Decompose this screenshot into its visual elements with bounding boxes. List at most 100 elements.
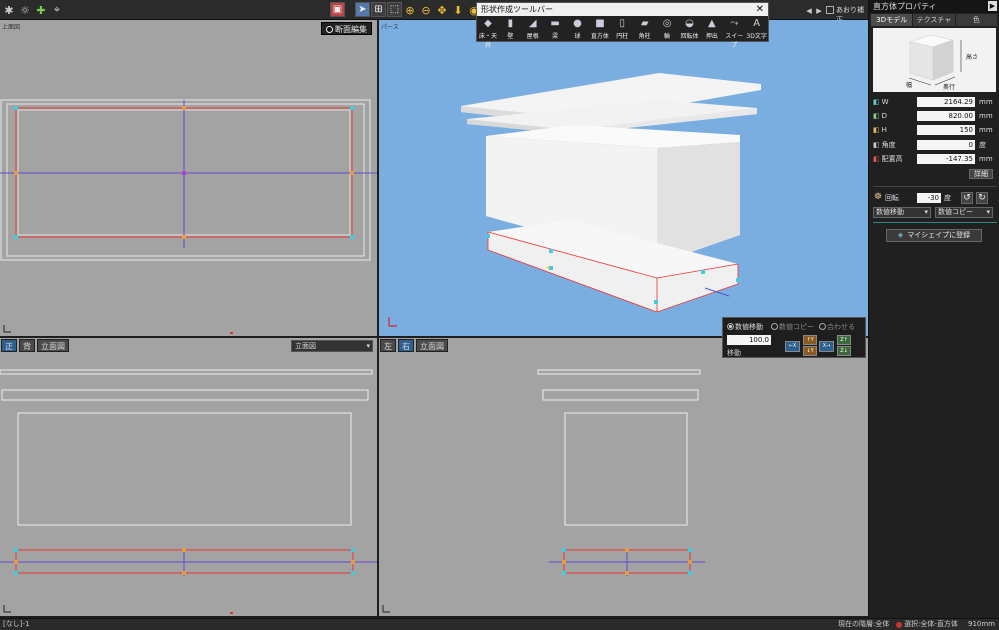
rotation-input[interactable]: -30: [917, 193, 941, 203]
tool-extrude[interactable]: ▲ 押出: [701, 17, 723, 43]
tab-3d-model[interactable]: 3Dモデル: [871, 14, 913, 26]
field-input[interactable]: 2164.29: [917, 97, 975, 107]
front-elevation-drawing: [0, 369, 377, 614]
light-add-icon[interactable]: ✚: [34, 3, 48, 17]
snap-checkbox[interactable]: [826, 6, 834, 14]
radio-numeric-copy[interactable]: 数値コピー: [771, 322, 814, 332]
select-arrow-icon[interactable]: ➤: [355, 2, 370, 17]
tool-wall[interactable]: ▮ 壁: [499, 17, 521, 43]
viewport-front[interactable]: 正 背 立面図 立面図 ▾: [0, 338, 377, 616]
field-input[interactable]: 820.00: [917, 111, 975, 121]
field-width: ◧ W 2164.29 mm: [873, 97, 997, 108]
status-dimension: 910mm: [968, 620, 995, 628]
field-input[interactable]: -147.35: [917, 154, 975, 164]
move-y-minus-button[interactable]: ↓Y: [803, 346, 817, 356]
move-y-plus-button[interactable]: ↑Y: [803, 335, 817, 345]
zoom-in-icon[interactable]: ⊕: [403, 3, 417, 17]
register-myshape-button[interactable]: ◈ マイシェイプに登録: [886, 229, 982, 242]
tool-label: スイープ: [725, 33, 744, 49]
field-angle: ◧ 角度 0 度: [873, 140, 997, 151]
rotate-cw-icon[interactable]: ↻: [976, 192, 988, 204]
status-left: [なし]-1: [3, 620, 30, 628]
viewport-side[interactable]: 左 右 立面図: [379, 338, 868, 616]
radio-align[interactable]: 合わせる: [819, 322, 855, 332]
field-height: ◧ H 150 mm: [873, 125, 997, 136]
tool-roof[interactable]: ◢ 屋根: [522, 17, 544, 43]
tool-prism[interactable]: ▰ 角柱: [634, 17, 656, 43]
field-label-text: 配置高: [881, 155, 903, 163]
move-x-plus-button[interactable]: X→: [819, 341, 834, 352]
viewport-perspective[interactable]: パース: [379, 20, 868, 336]
selection-icon: [896, 622, 902, 628]
width-icon: ◧: [873, 98, 880, 106]
tool-cylinder[interactable]: ▯ 円柱: [611, 17, 633, 43]
field-label-text: H: [881, 126, 887, 134]
pan-icon[interactable]: ✥: [435, 3, 449, 17]
panel-expand-icon[interactable]: ▶: [988, 1, 997, 11]
move-amount-input[interactable]: 100.0: [727, 335, 771, 345]
chevron-down-icon: ▾: [986, 208, 990, 216]
tab-texture[interactable]: テクスチャ: [913, 14, 955, 26]
move-z-down-button[interactable]: Z↓: [837, 346, 851, 356]
tool-label: 直方体: [590, 33, 609, 40]
tool-label: 円柱: [616, 33, 629, 40]
field-label: ◧ H: [873, 125, 887, 136]
tool-sphere[interactable]: ● 球: [567, 17, 589, 43]
tool-lathe[interactable]: ◒ 回転体: [678, 17, 700, 43]
shape-creation-toolbar: 形状作成ツールバー ✕ ◆ 床・天井 ▮ 壁 ◢ 屋根 ▬ 梁 ● 球 ■ 直方体 ▯ 円柱 ▰ 角柱 ◎ 輪 ◒ 回…: [476, 2, 769, 49]
move-z-up-button[interactable]: Z↑: [837, 335, 851, 345]
zoom-out-icon[interactable]: ⊖: [419, 3, 433, 17]
tool-label: 3D文字: [746, 33, 767, 40]
properties-panel: 直方体プロパティ ▶ 3Dモデル テクスチャ 色 高さ 幅 奥行 ◧ W 2164.…: [868, 0, 999, 618]
lightbulb-icon[interactable]: ✱: [2, 3, 16, 17]
field-unit: mm: [979, 112, 993, 120]
tool-box[interactable]: ■ 直方体: [589, 17, 611, 43]
tool-sweep[interactable]: ⤳ スイープ: [723, 17, 745, 49]
detail-button[interactable]: 詳細: [969, 169, 993, 179]
myshape-icon: ◈: [897, 231, 904, 239]
tool-label: 床・天井: [478, 33, 497, 49]
tool-label: 梁: [552, 33, 559, 40]
camera-icon[interactable]: ⌖: [50, 3, 64, 17]
tool-label: 角柱: [638, 33, 651, 40]
copy-mode-value: 数値コピー: [938, 208, 973, 216]
fit-all-icon[interactable]: ⊞: [371, 2, 386, 17]
copy-mode-dropdown[interactable]: 数値コピー ▾: [935, 207, 993, 218]
sphere-icon: ●: [573, 18, 582, 29]
rotate-ccw-icon[interactable]: ↺: [961, 192, 973, 204]
tool-3d-text[interactable]: A 3D文字: [746, 17, 768, 43]
walk-icon[interactable]: ⬇: [451, 3, 465, 17]
preview-width-label: 幅: [906, 82, 913, 89]
close-icon[interactable]: ✕: [756, 3, 764, 16]
move-mode-dropdown[interactable]: 数値移動 ▾: [873, 207, 931, 218]
tool-label: 輪: [664, 33, 671, 40]
field-unit: mm: [979, 98, 993, 106]
move-x-minus-button[interactable]: ←X: [785, 341, 800, 352]
sun-icon[interactable]: ☼: [18, 3, 32, 17]
field-input[interactable]: 150: [917, 125, 975, 135]
tab-color[interactable]: 色: [955, 14, 997, 26]
tool-label: 球: [574, 33, 581, 40]
radio-dot-icon: [819, 323, 826, 330]
wall-icon: ▮: [507, 18, 514, 29]
height-icon: ◧: [873, 126, 880, 134]
arrow-right-icon[interactable]: ▸: [812, 3, 826, 17]
viewport-top[interactable]: 上面図 断面編集: [0, 20, 377, 336]
divider: [873, 222, 997, 223]
beam-icon: ▬: [550, 18, 560, 29]
field-label: ◧ D: [873, 111, 887, 122]
tool-beam[interactable]: ▬ 梁: [544, 17, 566, 43]
roof-icon: ◢: [528, 18, 537, 29]
divider: [873, 186, 997, 187]
field-input[interactable]: 0: [917, 140, 975, 150]
zoom-window-icon[interactable]: ⬚: [387, 2, 402, 17]
tool-ring[interactable]: ◎ 輪: [656, 17, 678, 43]
radio-numeric-move[interactable]: 数値移動: [727, 322, 763, 332]
material-icon[interactable]: ▣: [330, 2, 345, 17]
field-label-text: D: [881, 112, 888, 120]
tool-floor-ceiling[interactable]: ◆ 床・天井: [477, 17, 499, 49]
angle-icon: ◧: [873, 141, 880, 149]
rotation-unit: 度: [944, 194, 951, 202]
radio-dot-icon: [771, 323, 778, 330]
move-label: 移動: [727, 349, 741, 357]
